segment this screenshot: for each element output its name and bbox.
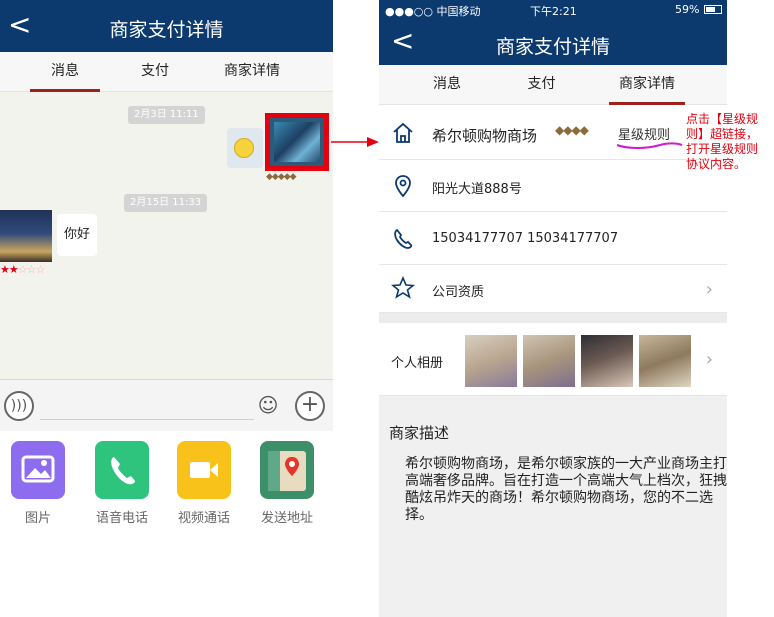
tab-store-details[interactable]: 商家详情	[609, 65, 685, 105]
album-label: 个人相册	[391, 356, 444, 371]
image-icon	[11, 441, 65, 499]
star-empty-icon: ☆	[26, 263, 37, 276]
right-nav-bar: < 商家支付详情	[379, 20, 727, 65]
star-filled-icon: ★	[8, 263, 19, 276]
emoji-message-bubble[interactable]	[227, 128, 263, 168]
app-send-image[interactable]: 图片	[7, 441, 69, 526]
section-divider	[379, 313, 727, 323]
app-label: 语音电话	[95, 511, 148, 526]
highlight-underline	[616, 142, 683, 149]
carrier-label: ●●●○○ 中国移动	[385, 5, 481, 18]
phone-icon	[394, 228, 413, 249]
app-label: 视频通话	[177, 511, 230, 526]
left-tab-bar: 消息 支付 商家详情	[0, 52, 333, 92]
description-section: 商家描述 希尔顿购物商场，是希尔顿家族的一大产业商场主打高端奢侈品牌。旨在打造一…	[379, 396, 727, 617]
annotation-note: 点击【星级规则】超链接，打开星级规则协议内容。	[686, 112, 759, 171]
location-pin-icon	[395, 175, 411, 198]
description-body: 希尔顿购物商场，是希尔顿家族的一大产业商场主打高端奢侈品牌。旨在打造一个高端大气…	[405, 456, 727, 523]
timestamp: 2月15日 11:33	[124, 194, 208, 212]
sender-avatar[interactable]	[0, 210, 52, 262]
app-label: 图片	[24, 511, 51, 526]
store-name: 希尔顿购物商场	[432, 127, 538, 145]
app-send-location[interactable]: 发送地址	[256, 441, 318, 526]
left-phone-screen: < 商家支付详情 消息 支付 商家详情 2月3日 11:11 ◆◆◆◆◆ 2月1…	[0, 0, 333, 617]
own-avatar-highlighted[interactable]	[265, 113, 329, 171]
battery-icon	[704, 5, 722, 14]
phone-row[interactable]: 15034177707 15034177707	[379, 212, 727, 265]
status-bar: ●●●○○ 中国移动 下午2:21 59%	[379, 0, 727, 20]
battery-label: 59%	[675, 3, 700, 16]
qualification-label: 公司资质	[432, 285, 485, 300]
star-empty-icon: ☆	[17, 263, 28, 276]
tab-payment[interactable]: 支付	[514, 65, 569, 105]
store-name-row: 希尔顿购物商场 ◆◆◆◆ 星级规则	[379, 105, 727, 160]
right-phone-screen: ●●●○○ 中国移动 下午2:21 59% < 商家支付详情 消息 支付 商家详…	[379, 0, 727, 617]
album-photo[interactable]	[465, 335, 517, 387]
home-icon	[393, 122, 413, 143]
emoji-button[interactable]: ☺	[253, 391, 283, 421]
more-plus-button[interactable]: +	[295, 391, 325, 421]
map-pin-icon	[260, 441, 314, 499]
album-photo[interactable]	[581, 335, 633, 387]
chevron-right-icon: ›	[705, 279, 713, 300]
diamond-rating-icon: ◆◆◆◆◆	[266, 172, 297, 182]
video-icon	[177, 441, 231, 499]
timestamp: 2月3日 11:11	[128, 106, 205, 124]
left-nav-bar: < 商家支付详情	[0, 0, 333, 52]
app-video-call[interactable]: 视频通话	[173, 441, 235, 526]
phone-icon	[95, 441, 149, 499]
message-input[interactable]	[40, 390, 254, 420]
red-arrow-icon	[331, 137, 379, 147]
album-photo[interactable]	[523, 335, 575, 387]
clock-label: 下午2:21	[530, 5, 577, 18]
album-photo[interactable]	[639, 335, 691, 387]
chevron-right-icon: ›	[705, 349, 713, 370]
app-voice-call[interactable]: 语音电话	[91, 441, 153, 526]
smile-emoji-icon	[234, 138, 254, 158]
qualification-row[interactable]: 公司资质 ›	[379, 265, 727, 313]
tab-messages[interactable]: 消息	[30, 52, 100, 92]
star-outline-icon	[391, 276, 415, 299]
store-address: 阳光大道888号	[432, 182, 522, 197]
right-tab-bar: 消息 支付 商家详情	[379, 65, 727, 105]
address-row: 阳光大道888号	[379, 160, 727, 212]
diamond-rating-icon: ◆◆◆◆	[555, 123, 589, 137]
star-empty-icon: ☆	[35, 263, 46, 276]
chat-input-bar: ))) ☺ +	[0, 379, 333, 431]
chat-area[interactable]: 2月3日 11:11 ◆◆◆◆◆ 2月15日 11:33 你好 ★★☆☆☆	[0, 92, 333, 379]
tab-messages[interactable]: 消息	[417, 65, 477, 105]
star-filled-icon: ★	[0, 263, 10, 276]
message-bubble[interactable]: 你好	[57, 214, 97, 256]
app-label: 发送地址	[260, 511, 313, 526]
tab-store-details[interactable]: 商家详情	[212, 52, 292, 92]
store-phone-numbers[interactable]: 15034177707 15034177707	[432, 231, 618, 246]
tab-payment[interactable]: 支付	[125, 52, 185, 92]
page-title: 商家支付详情	[109, 19, 224, 41]
sender-star-rating: ★★☆☆☆	[0, 263, 46, 276]
description-title: 商家描述	[389, 424, 450, 442]
page-title: 商家支付详情	[495, 36, 610, 58]
voice-input-button[interactable]: )))	[4, 391, 34, 421]
extension-panel: 图片 语音电话 视频通话 发送地址	[0, 431, 333, 617]
